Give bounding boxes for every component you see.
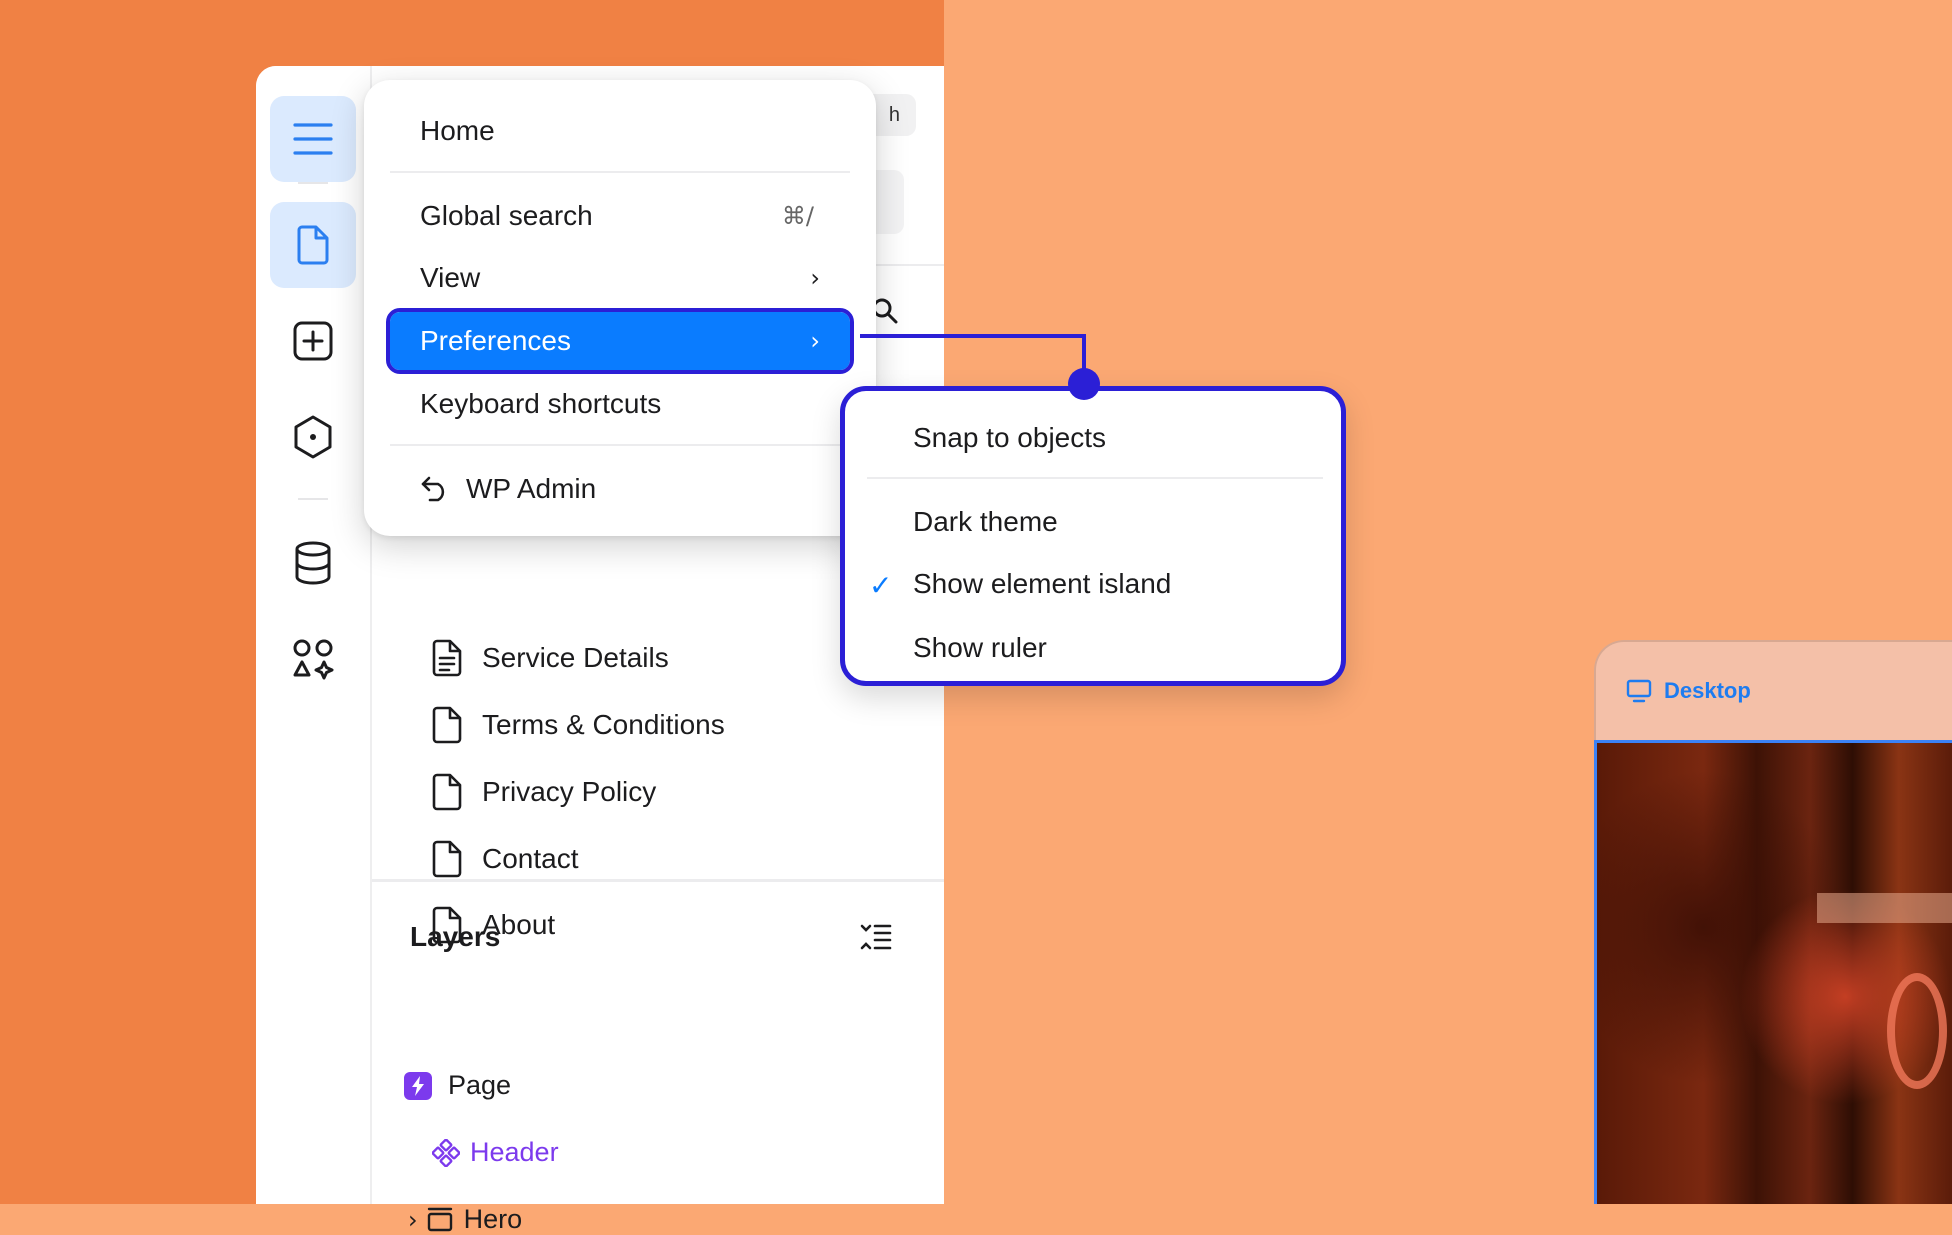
rail-divider [298,182,328,184]
section-icon [426,1207,454,1233]
page-item-label: Service Details [482,642,669,673]
shortcut-hint: ⌘/ [781,202,814,230]
preferences-submenu: Snap to objects Dark theme ✓ Show elemen… [840,386,1346,686]
submenu-item-label: Dark theme [913,506,1058,537]
page-item[interactable]: Privacy Policy [430,772,656,812]
page-item-label: Contact [482,843,579,874]
checkmark-icon: ✓ [869,569,893,602]
submenu-divider [867,477,1323,479]
layer-hero[interactable]: › Hero [408,1204,522,1235]
menu-item-keyboard-shortcuts[interactable]: Keyboard shortcuts [390,375,850,433]
menu-divider [390,444,850,446]
chevron-right-icon: › [810,327,820,355]
components-button[interactable] [270,394,356,480]
menu-divider [390,171,850,173]
publish-button-label: h [888,103,900,126]
database-icon [295,541,331,585]
page-item[interactable]: Service Details [430,638,669,678]
submenu-item-show-ruler[interactable]: Show ruler [913,621,1047,675]
page-icon [430,773,464,811]
menu-item-global-search[interactable]: Global search ⌘/ [390,187,850,245]
device-frame: Desktop [1594,640,1952,1204]
apps-button[interactable] [270,616,356,702]
add-element-button[interactable] [270,298,356,384]
layer-page[interactable]: Page [404,1070,511,1101]
pages-button[interactable] [270,202,356,288]
layers-divider [372,879,944,882]
menu-item-label: WP Admin [466,473,597,504]
data-button[interactable] [270,520,356,606]
menu-item-label: Home [420,115,495,146]
component-icon [432,1138,460,1167]
layer-label: Page [448,1070,512,1100]
menu-item-home[interactable]: Home [390,102,850,160]
page-icon [430,840,464,878]
page-item-label: Privacy Policy [482,776,657,807]
document-lines-icon [430,639,464,677]
collapse-layers-icon[interactable] [860,923,892,956]
submenu-item-snap[interactable]: Snap to objects [913,411,1106,465]
submenu-item-dark-theme[interactable]: Dark theme [913,495,1058,549]
apps-icon [293,639,334,680]
hexagon-icon [294,415,332,459]
rail-divider-2 [298,498,328,500]
monitor-icon [1626,679,1652,703]
submenu-item-label: Show element island [913,568,1172,599]
submenu-item-label: Snap to objects [913,422,1107,453]
layer-label: Header [470,1137,559,1167]
menu-item-label: Preferences [420,325,571,356]
page-icon [430,706,464,744]
menu-item-view[interactable]: View › [390,249,850,307]
layer-header[interactable]: Header [432,1137,559,1168]
page-icon [297,225,329,265]
menu-item-preferences[interactable]: Preferences › [386,308,854,374]
menu-item-label: View [420,262,481,293]
menu-item-wp-admin[interactable]: WP Admin [390,460,850,518]
chevron-right-icon: › [810,264,820,292]
plus-square-icon [293,321,333,361]
image-highlight [1817,893,1952,923]
page-item[interactable]: Terms & Conditions [430,705,725,745]
callout-connector [860,334,1086,338]
expand-chevron[interactable]: › [408,1206,418,1234]
undo-arrow-icon [420,476,450,502]
submenu-item-show-element-island[interactable]: Show element island [913,557,1171,611]
page-item-label: Terms & Conditions [482,709,725,740]
main-menu: Home Global search ⌘/ View › Preferences… [364,80,876,536]
bolt-icon [404,1071,432,1100]
layers-title: Layers [410,921,501,952]
submenu-item-label: Show ruler [913,632,1047,663]
canvas-hero-image[interactable] [1594,740,1952,1204]
image-ring [1887,973,1947,1089]
device-label: Desktop [1664,678,1751,703]
page-item[interactable]: Contact [430,839,579,879]
hamburger-icon [293,123,333,155]
layer-label: Hero [463,1204,523,1234]
menu-button[interactable] [270,96,356,182]
icon-rail [256,66,372,1204]
device-tab[interactable]: Desktop [1594,640,1952,740]
menu-item-label: Keyboard shortcuts [420,388,662,419]
callout-dot [1068,368,1100,400]
menu-item-label: Global search [420,200,593,231]
